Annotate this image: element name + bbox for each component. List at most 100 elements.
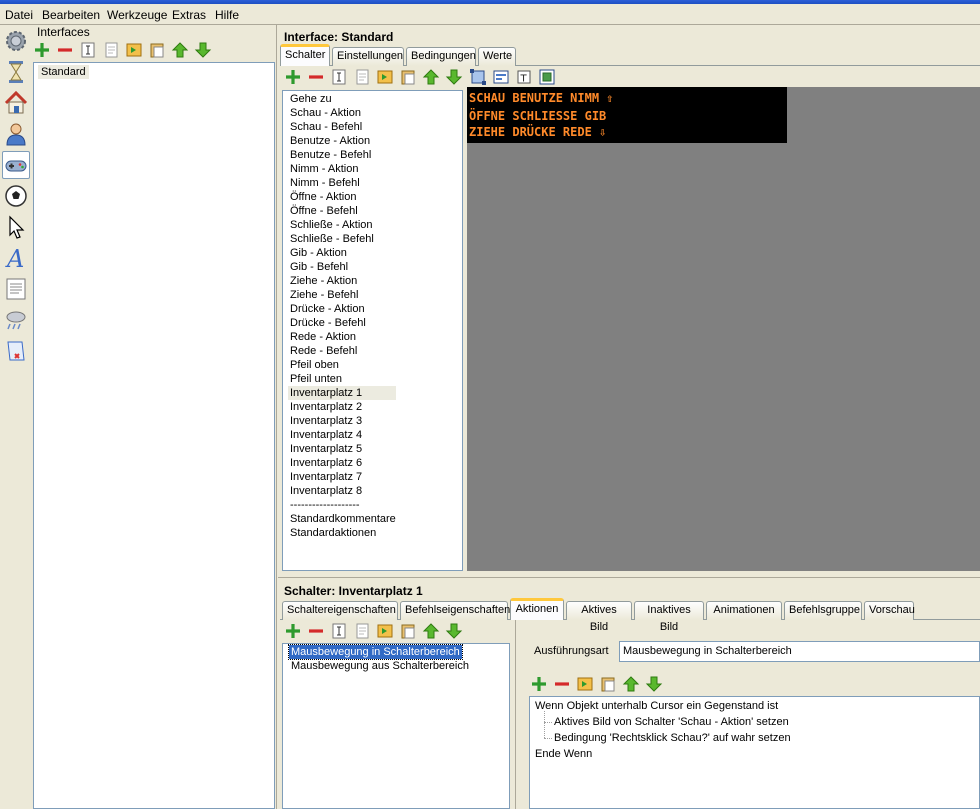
switch-list-item[interactable]: Schließe - Aktion: [290, 218, 373, 232]
switch-list-item[interactable]: Gehe zu: [290, 92, 332, 106]
house-icon[interactable]: [3, 90, 29, 116]
gamepad-icon[interactable]: [2, 151, 30, 179]
add-icon[interactable]: [530, 675, 548, 693]
switch-list-item[interactable]: Nimm - Befehl: [290, 176, 360, 190]
events-splitter[interactable]: [515, 620, 516, 809]
script-line[interactable]: Wenn Objekt unterhalb Cursor ein Gegenst…: [535, 699, 778, 713]
switch-list-item[interactable]: Inventarplatz 1: [288, 386, 396, 400]
switch-list-item[interactable]: Ziehe - Befehl: [290, 288, 358, 302]
switch-list-item[interactable]: Ziehe - Aktion: [290, 274, 357, 288]
remove-icon[interactable]: [307, 622, 325, 640]
move-up-icon[interactable]: [171, 41, 189, 59]
remove-icon[interactable]: [307, 68, 325, 86]
paste-special-icon[interactable]: [376, 622, 394, 640]
move-down-icon[interactable]: [445, 68, 463, 86]
tab-befehlsgruppe[interactable]: Befehlsgruppe: [784, 601, 862, 620]
switch-list-item[interactable]: Benutze - Aktion: [290, 134, 370, 148]
switch-list-item[interactable]: Nimm - Aktion: [290, 162, 358, 176]
tab-aktives-bild[interactable]: Aktives Bild: [566, 601, 632, 633]
tab-schaltereigenschaften[interactable]: Schaltereigenschaften: [282, 601, 398, 620]
switch-list-item[interactable]: Schau - Aktion: [290, 106, 361, 120]
script-line[interactable]: Ende Wenn: [535, 747, 592, 761]
interfaces-list[interactable]: Standard: [33, 62, 275, 809]
tab-schalter[interactable]: Schalter: [280, 44, 330, 66]
switch-list-item[interactable]: Rede - Aktion: [290, 330, 356, 344]
paste-icon[interactable]: [148, 41, 166, 59]
switch-list-item[interactable]: Inventarplatz 3: [290, 414, 362, 428]
paste-special-icon[interactable]: [125, 41, 143, 59]
rename-icon[interactable]: [330, 622, 348, 640]
move-up-icon[interactable]: [422, 68, 440, 86]
copy-icon[interactable]: [353, 68, 371, 86]
switch-list-item[interactable]: Inventarplatz 8: [290, 484, 362, 498]
add-icon[interactable]: [284, 68, 302, 86]
rename-icon[interactable]: [79, 41, 97, 59]
add-icon[interactable]: [284, 622, 302, 640]
splitter[interactable]: [276, 25, 277, 809]
copy-icon[interactable]: [353, 622, 371, 640]
tab-vorschau[interactable]: Vorschau: [864, 601, 915, 620]
weather-icon[interactable]: [3, 307, 29, 333]
switch-list-item[interactable]: Inventarplatz 2: [290, 400, 362, 414]
tab-animationen[interactable]: Animationen: [706, 601, 782, 620]
switch-list-item[interactable]: Standardkommentare: [290, 512, 396, 526]
image-area-icon[interactable]: [492, 68, 510, 86]
font-a-icon[interactable]: A: [3, 245, 29, 273]
paste-icon[interactable]: [599, 675, 617, 693]
switch-list-item[interactable]: Öffne - Aktion: [290, 190, 356, 204]
menu-extras[interactable]: Extras: [172, 8, 206, 22]
menu-hilfe[interactable]: Hilfe: [215, 8, 239, 22]
paste-special-icon[interactable]: [376, 68, 394, 86]
switch-list[interactable]: Gehe zu Schau - Aktion Schau - Befehl Benut…: [282, 90, 463, 571]
person-icon[interactable]: [3, 121, 29, 147]
move-down-icon[interactable]: [194, 41, 212, 59]
select-area-icon[interactable]: [469, 68, 487, 86]
fit-area-icon[interactable]: [538, 68, 556, 86]
tab-inaktives-bild[interactable]: Inaktives Bild: [634, 601, 704, 633]
event-item[interactable]: Mausbewegung in Schalterbereich: [288, 644, 463, 660]
horizontal-splitter[interactable]: [278, 577, 980, 578]
events-list[interactable]: Mausbewegung in Schalterbereich Mausbewe…: [282, 643, 510, 809]
paste-special-icon[interactable]: [576, 675, 594, 693]
switch-list-item[interactable]: Gib - Befehl: [290, 260, 348, 274]
remove-icon[interactable]: [553, 675, 571, 693]
ball-icon[interactable]: [3, 183, 29, 209]
tab-befehlseigenschaften[interactable]: Befehlseigenschaften: [400, 601, 510, 620]
cursor-arrow-icon[interactable]: [3, 214, 29, 240]
script-line[interactable]: Bedingung 'Rechtsklick Schau?' auf wahr …: [554, 731, 791, 745]
script-line[interactable]: Aktives Bild von Schalter 'Schau - Aktio…: [554, 715, 789, 729]
switch-list-item[interactable]: Inventarplatz 6: [290, 456, 362, 470]
switch-list-item[interactable]: Gib - Aktion: [290, 246, 347, 260]
switch-list-item[interactable]: Öffne - Befehl: [290, 204, 358, 218]
switch-list-item[interactable]: Drücke - Aktion: [290, 302, 365, 316]
switch-list-item[interactable]: Benutze - Befehl: [290, 148, 371, 162]
switch-list-item[interactable]: Drücke - Befehl: [290, 316, 366, 330]
menu-bearbeiten[interactable]: Bearbeiten: [42, 8, 100, 22]
hourglass-icon[interactable]: [3, 59, 29, 85]
switch-list-item[interactable]: Rede - Befehl: [290, 344, 357, 358]
tab-aktionen[interactable]: Aktionen: [510, 598, 564, 620]
switch-list-item[interactable]: -------------------: [290, 498, 360, 512]
paste-icon[interactable]: [399, 622, 417, 640]
move-up-icon[interactable]: [622, 675, 640, 693]
paste-icon[interactable]: [399, 68, 417, 86]
gear-icon[interactable]: [3, 28, 29, 54]
interface-preview[interactable]: SCHAU BENUTZE NIMM ⇧ ÖFFNE SCHLIESSE GIB…: [467, 87, 980, 571]
switch-list-item[interactable]: Schließe - Befehl: [290, 232, 374, 246]
rename-icon[interactable]: [330, 68, 348, 86]
tab-werte[interactable]: Werte: [478, 47, 516, 66]
menu-werkzeuge[interactable]: Werkzeuge: [107, 8, 167, 22]
move-down-icon[interactable]: [645, 675, 663, 693]
tab-einstellungen[interactable]: Einstellungen: [332, 47, 404, 66]
switch-list-item[interactable]: Inventarplatz 7: [290, 470, 362, 484]
event-item[interactable]: Mausbewegung aus Schalterbereich: [291, 659, 469, 673]
switch-list-item[interactable]: Schau - Befehl: [290, 120, 362, 134]
tab-bedingungen[interactable]: Bedingungen: [406, 47, 476, 66]
script-icon[interactable]: [3, 338, 29, 364]
text-area-icon[interactable]: T: [515, 68, 533, 86]
remove-icon[interactable]: [56, 41, 74, 59]
menu-datei[interactable]: Datei: [5, 8, 33, 22]
move-up-icon[interactable]: [422, 622, 440, 640]
add-icon[interactable]: [33, 41, 51, 59]
copy-icon[interactable]: [102, 41, 120, 59]
